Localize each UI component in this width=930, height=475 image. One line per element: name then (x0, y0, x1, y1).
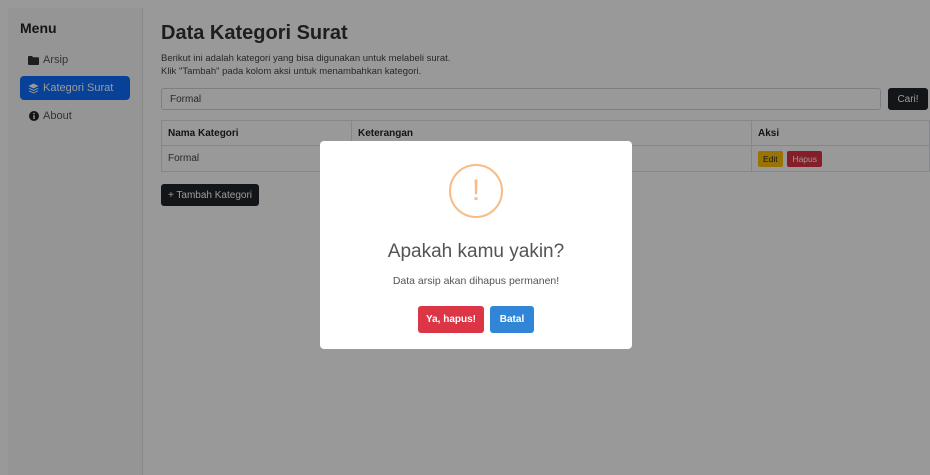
dialog-message: Data arsip akan dihapus permanen! (392, 275, 560, 287)
dialog-title: Apakah kamu yakin? (387, 241, 565, 262)
cancel-button[interactable]: Batal (490, 306, 534, 333)
confirm-dialog: ! Apakah kamu yakin? Data arsip akan dih… (320, 141, 632, 349)
warning-icon: ! (449, 164, 503, 218)
confirm-delete-button[interactable]: Ya, hapus! (418, 306, 484, 333)
